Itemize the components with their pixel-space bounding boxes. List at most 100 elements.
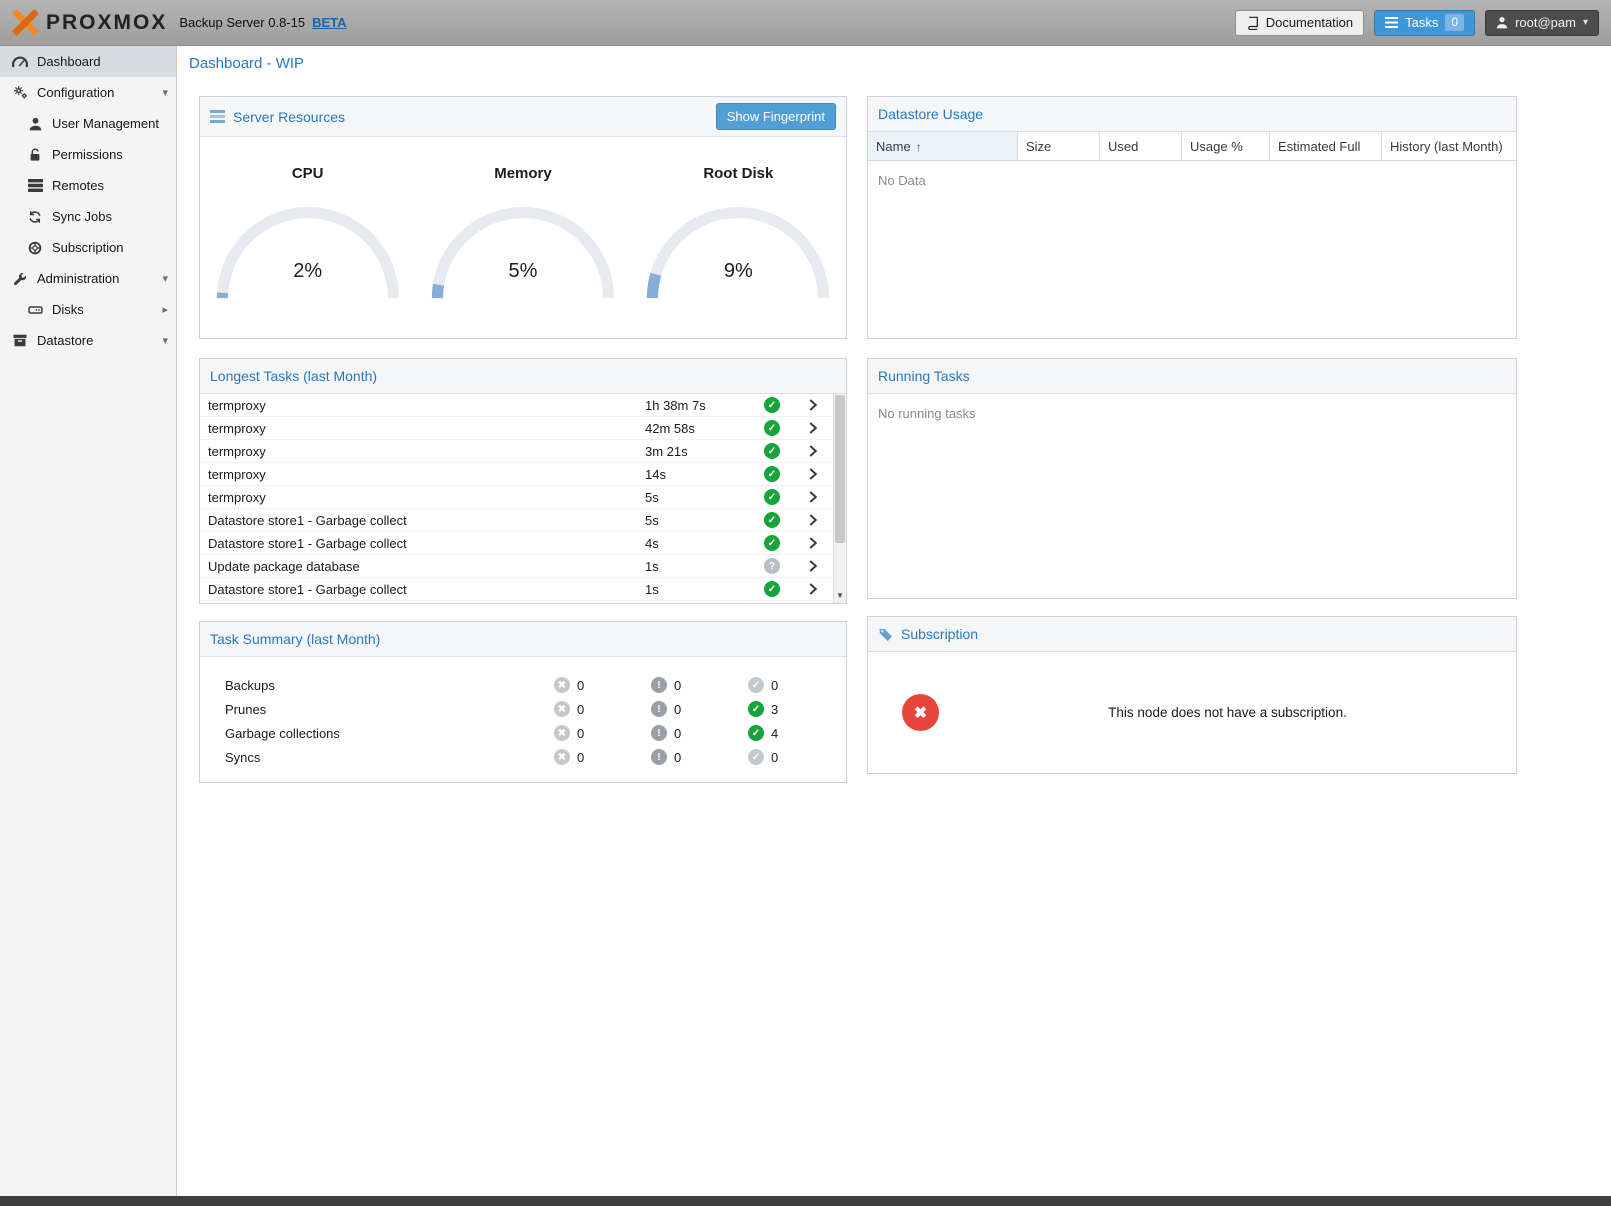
product-version: Backup Server 0.8-15 [179,15,305,30]
task-summary-body: Backups 0 0 0 Prunes 0 0 3 Garbage colle… [200,657,846,769]
tasks-label: Tasks [1405,15,1438,30]
task-open-chevron-icon[interactable] [793,514,833,526]
errors-icon [554,725,570,741]
task-row[interactable]: termproxy 5s [200,486,833,509]
subscription-title: Subscription [901,626,978,642]
task-row[interactable]: Datastore store1 - Garbage collect 4s [200,532,833,555]
task-row[interactable]: Datastore store1 - Garbage collect 5s [200,509,833,532]
task-row[interactable]: Datastore store1 - Garbage collect 1s [200,578,833,601]
hdd-icon [27,304,43,316]
gauge-value: 5% [430,260,616,283]
server-resources-header: Server Resources Show Fingerprint [200,97,846,137]
task-row[interactable]: termproxy 42m 58s [200,417,833,440]
sidebar-item-administration[interactable]: Administration ▾ [0,263,176,294]
errors-icon [554,749,570,765]
errors-count: 0 [577,750,584,765]
task-open-chevron-icon[interactable] [793,468,833,480]
task-open-chevron-icon[interactable] [793,491,833,503]
summary-row[interactable]: Backups 0 0 0 [225,673,846,697]
task-name: termproxy [200,421,645,436]
task-row[interactable]: Update package database 1s [200,555,833,578]
chevron-down-icon[interactable]: ▾ [162,86,168,99]
warnings-count: 0 [674,678,681,693]
gauge-label: Root Disk [631,165,846,182]
refresh-icon [27,210,43,224]
resource-bars-icon [210,110,225,123]
sidebar-item-disks[interactable]: Disks ▸ [0,294,176,325]
column-header-used[interactable]: Used [1100,132,1182,160]
sidebar: Dashboard Configuration ▾ User Managemen… [0,46,177,1196]
beta-link[interactable]: BETA [312,15,346,30]
server-resources-panel: Server Resources Show Fingerprint CPU 2% [199,96,847,339]
sidebar-item-label: User Management [52,116,159,131]
column-header-usage[interactable]: Usage % [1182,132,1270,160]
task-open-chevron-icon[interactable] [793,560,833,572]
ok-icon [748,749,764,765]
summary-row[interactable]: Garbage collections 0 0 4 [225,721,846,745]
task-open-chevron-icon[interactable] [793,583,833,595]
column-header-size[interactable]: Size [1018,132,1100,160]
column-header-estimated-full[interactable]: Estimated Full [1270,132,1382,160]
tasks-button[interactable]: Tasks 0 [1374,10,1475,36]
ok-icon [748,677,764,693]
life-ring-icon [27,241,43,255]
documentation-button[interactable]: Documentation [1235,10,1364,36]
task-open-chevron-icon[interactable] [793,399,833,411]
sidebar-item-label: Sync Jobs [52,209,112,224]
running-tasks-title: Running Tasks [878,368,970,384]
no-running-tasks-text: No running tasks [868,394,1516,433]
task-status-icon [764,397,780,413]
longest-tasks-title: Longest Tasks (last Month) [210,368,377,384]
errors-count: 0 [577,678,584,693]
task-row[interactable]: termproxy 1h 38m 7s [200,394,833,417]
root-disk-gauge: Root Disk 9% [631,165,846,305]
page-title: Dashboard - WIP [177,46,1611,72]
task-open-chevron-icon[interactable] [793,422,833,434]
server-resources-title: Server Resources [233,109,345,125]
sidebar-item-datastore[interactable]: Datastore ▾ [0,325,176,356]
sidebar-item-sync-jobs[interactable]: Sync Jobs [0,201,176,232]
sidebar-item-dashboard[interactable]: Dashboard [0,46,176,77]
task-row[interactable]: termproxy 3m 21s [200,440,833,463]
column-header-name[interactable]: Name↑ [868,132,1018,160]
scrollbar-track[interactable]: ▼ [833,394,846,603]
task-open-chevron-icon[interactable] [793,537,833,549]
ok-icon [748,725,764,741]
chevron-down-icon[interactable]: ▾ [162,334,168,347]
scrollbar-thumb[interactable] [835,395,845,543]
datastore-usage-panel: Datastore Usage Name↑ Size Used Usage % … [867,96,1517,339]
cpu-gauge: CPU 2% [200,165,415,305]
proxmox-logo[interactable]: PROXMOX [12,9,167,36]
proxmox-x-icon [12,9,39,36]
sidebar-item-subscription[interactable]: Subscription [0,232,176,263]
task-status-icon [764,420,780,436]
column-header-history[interactable]: History (last Month) [1382,132,1516,160]
task-name: Update package database [200,559,645,574]
summary-row[interactable]: Prunes 0 0 3 [225,697,846,721]
sidebar-item-label: Datastore [37,333,93,348]
chevron-right-icon[interactable]: ▸ [162,303,168,316]
user-menu-button[interactable]: root@pam ▾ [1485,10,1599,36]
bottom-edge-bar [0,1196,1611,1206]
longest-tasks-panel: Longest Tasks (last Month) termproxy 1h … [199,358,847,604]
sidebar-item-user-management[interactable]: User Management [0,108,176,139]
sidebar-item-label: Configuration [37,85,114,100]
scrollbar-down-icon[interactable]: ▼ [834,588,846,603]
memory-gauge: Memory 5% [415,165,630,305]
task-open-chevron-icon[interactable] [793,445,833,457]
gears-icon [12,85,28,100]
task-name: Datastore store1 - Garbage collect [200,582,645,597]
sidebar-item-label: Administration [37,271,119,286]
task-list-icon [1385,17,1398,28]
task-row[interactable]: termproxy 14s [200,463,833,486]
summary-category: Backups [225,678,554,693]
resource-gauges: CPU 2% Memory [200,137,846,305]
show-fingerprint-button[interactable]: Show Fingerprint [716,103,836,130]
chevron-down-icon[interactable]: ▾ [162,272,168,285]
sidebar-item-permissions[interactable]: Permissions [0,139,176,170]
sidebar-item-configuration[interactable]: Configuration ▾ [0,77,176,108]
sidebar-item-remotes[interactable]: Remotes [0,170,176,201]
sidebar-item-label: Subscription [52,240,124,255]
summary-row[interactable]: Syncs 0 0 0 [225,745,846,769]
summary-category: Prunes [225,702,554,717]
